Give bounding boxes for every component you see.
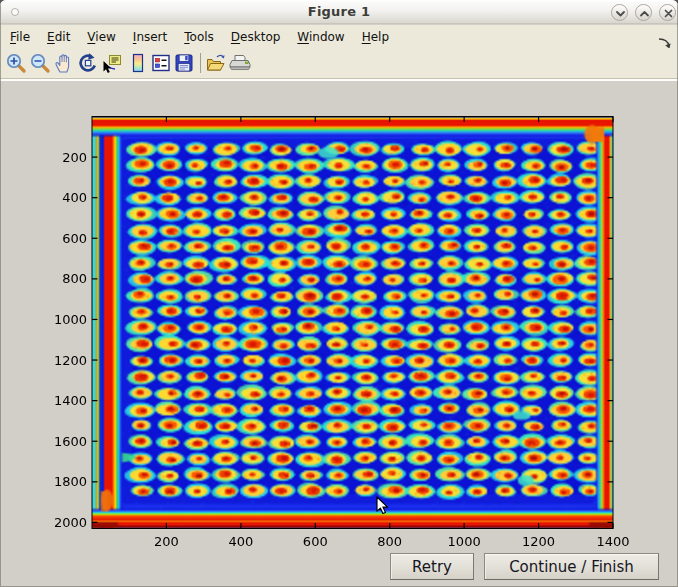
close-icon xyxy=(662,7,675,20)
menu-help[interactable]: Help xyxy=(362,30,389,44)
close-button[interactable] xyxy=(659,4,676,21)
retry-button[interactable]: Retry xyxy=(390,553,474,580)
menu-window[interactable]: Window xyxy=(297,30,344,44)
save-icon[interactable] xyxy=(173,52,195,74)
menu-tools[interactable]: Tools xyxy=(184,30,214,44)
figure-window: Figure 1 File Edit View Insert Tools Desktop W… xyxy=(0,0,678,587)
menu-view[interactable]: View xyxy=(87,30,115,44)
continue-finish-button[interactable]: Continue / Finish xyxy=(484,553,659,580)
insert-colorbar-icon[interactable] xyxy=(127,52,149,74)
menu-edit[interactable]: Edit xyxy=(47,30,70,44)
menu-insert[interactable]: Insert xyxy=(133,30,167,44)
open-icon[interactable] xyxy=(205,52,227,74)
chevron-down-icon xyxy=(614,7,627,20)
chevron-up-icon xyxy=(638,7,651,20)
window-title: Figure 1 xyxy=(0,4,678,19)
zoom-out-icon[interactable] xyxy=(29,52,51,74)
rotate-3d-icon[interactable] xyxy=(77,52,99,74)
maximize-button[interactable] xyxy=(635,4,652,21)
data-cursor-icon[interactable] xyxy=(101,52,123,74)
zoom-in-icon[interactable] xyxy=(5,52,27,74)
thermal-image[interactable] xyxy=(92,116,613,529)
figure-toolbar xyxy=(0,48,678,78)
pan-icon[interactable] xyxy=(53,52,75,74)
menu-file[interactable]: File xyxy=(10,30,30,44)
insert-legend-icon[interactable] xyxy=(150,52,172,74)
menubar: File Edit View Insert Tools Desktop Window Help xyxy=(0,25,678,48)
titlebar[interactable]: Figure 1 xyxy=(0,0,678,24)
toolbar-separator xyxy=(200,53,201,73)
minimize-button[interactable] xyxy=(611,4,628,21)
print-icon[interactable] xyxy=(229,52,251,74)
menu-desktop[interactable]: Desktop xyxy=(231,30,281,44)
